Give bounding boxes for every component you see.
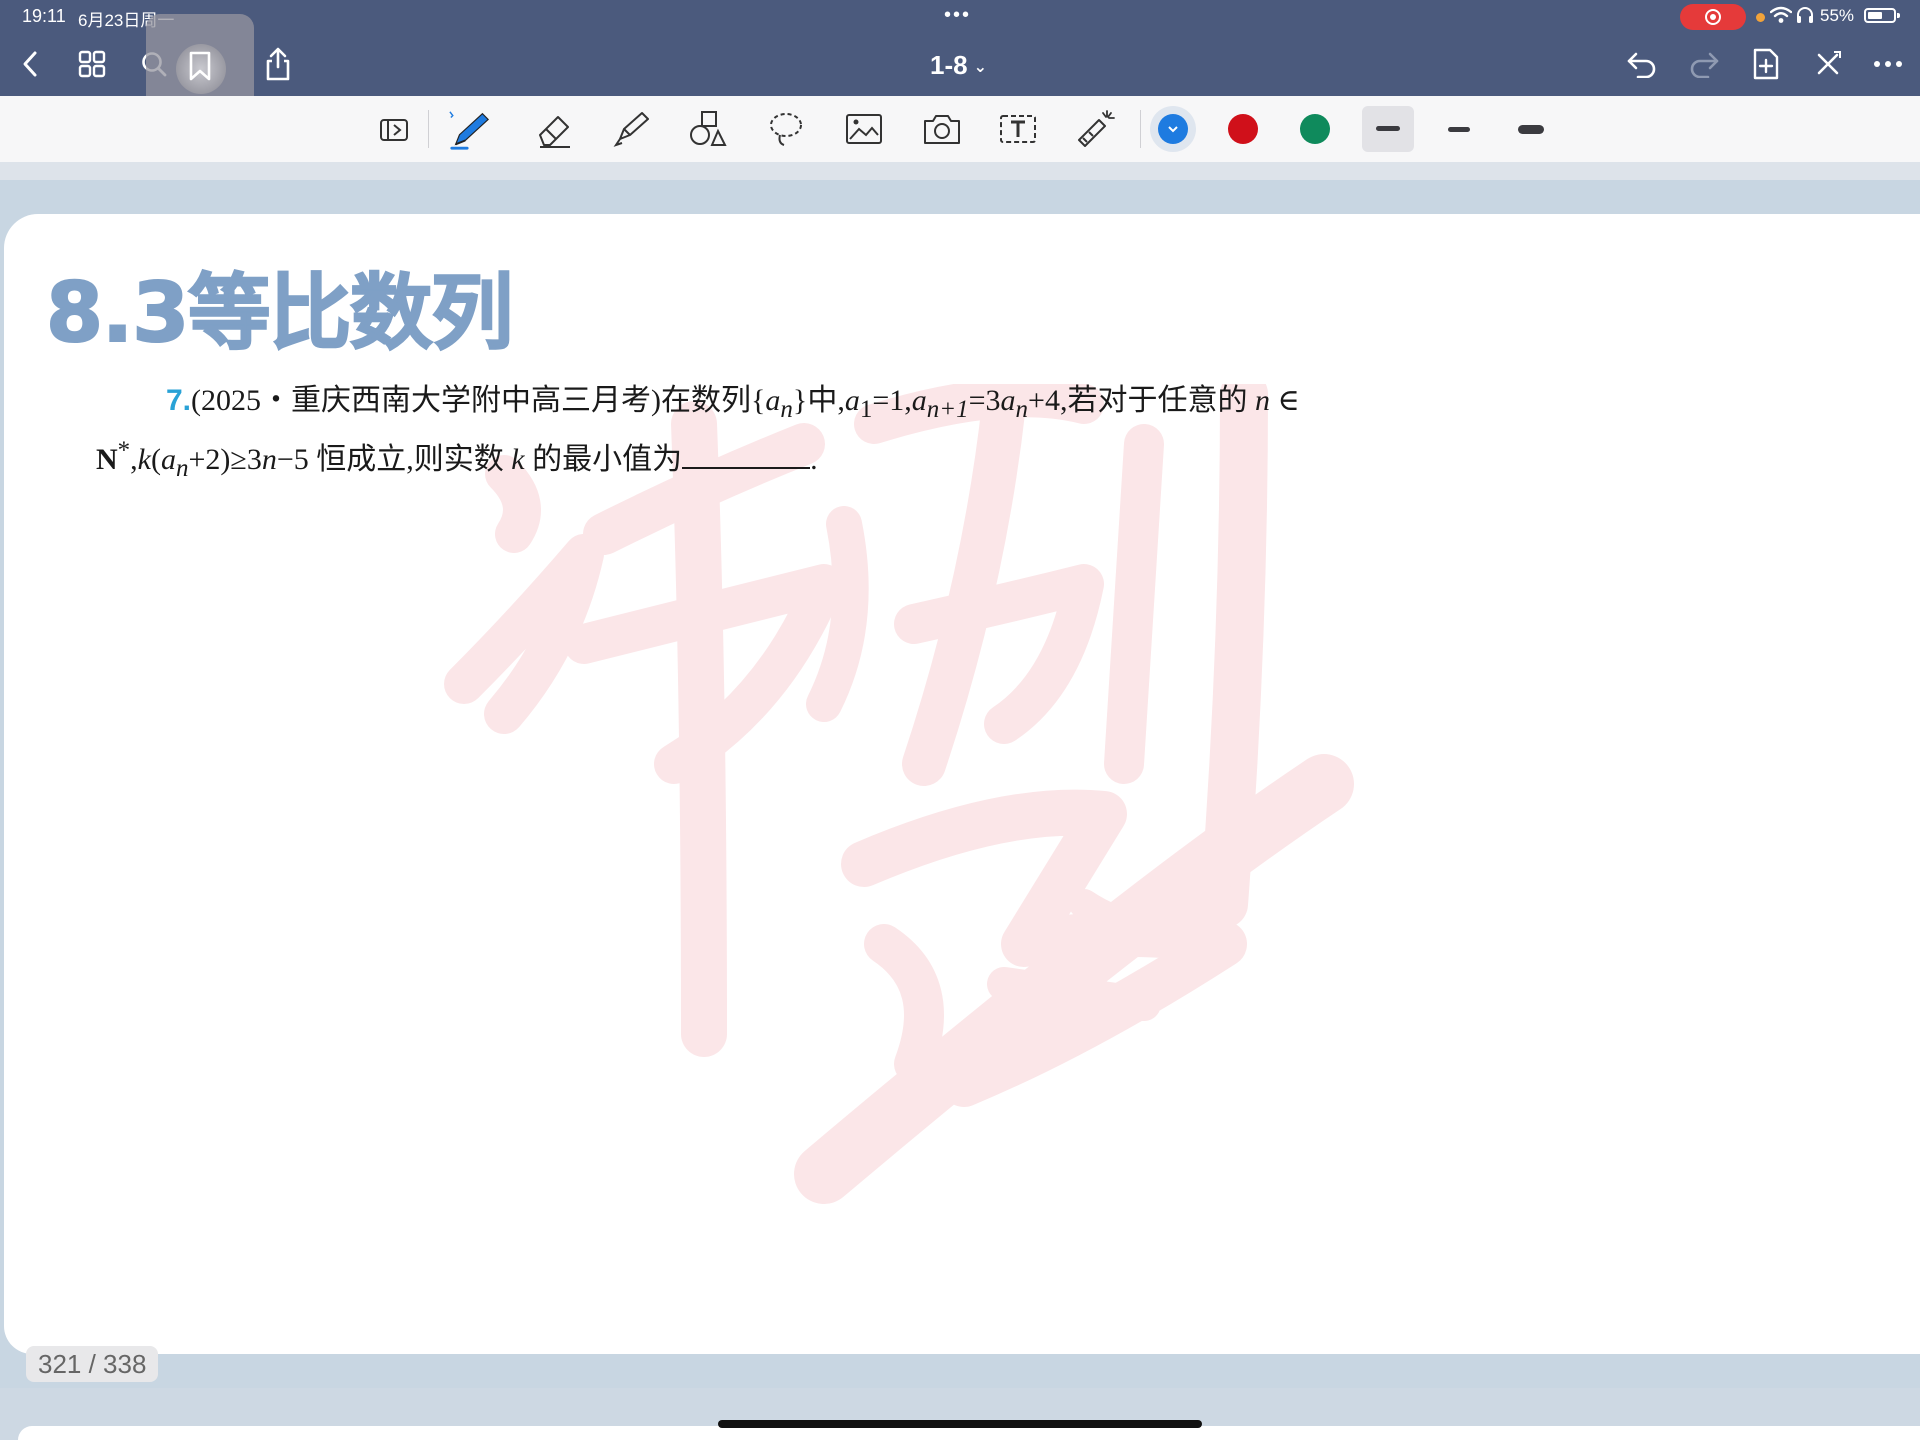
stroke-medium-button[interactable]	[1362, 106, 1414, 152]
wifi-icon	[1770, 6, 1792, 23]
redo-icon	[1690, 52, 1719, 78]
camera-tool[interactable]	[920, 108, 964, 150]
question-line-2: N*,k(an+2)≥3n−5 恒成立,则实数 k 的最小值为.	[96, 437, 818, 482]
question-text-1a: 在数列{	[661, 384, 766, 417]
mic-in-use-dot	[1756, 13, 1765, 22]
laser-pointer-icon	[1078, 110, 1115, 147]
question-text-1d: =3	[968, 384, 1001, 417]
stroke-thin-button[interactable]	[1448, 127, 1470, 132]
drawing-toolbar	[0, 96, 1920, 163]
question-text-2a: ,	[130, 443, 138, 476]
grid-icon	[78, 50, 106, 78]
highlighter-tool[interactable]	[610, 108, 654, 150]
redo-button[interactable]	[1686, 46, 1722, 82]
back-button[interactable]	[12, 46, 48, 82]
page-gap	[0, 162, 1920, 180]
pen-tool[interactable]	[448, 108, 492, 150]
share-icon	[266, 47, 290, 81]
question-text-2b: (	[151, 443, 161, 476]
highlighter-icon	[613, 112, 649, 147]
image-tool[interactable]	[842, 108, 886, 150]
question-source: (2025・重庆西南大学附中高三月考)	[191, 384, 662, 417]
chevron-down-icon	[1168, 126, 1178, 133]
eraser-tool[interactable]	[532, 108, 576, 150]
bookmark-icon	[189, 51, 211, 81]
laser-pointer-tool[interactable]	[1074, 108, 1118, 150]
page-range-selector[interactable]: 1-8 ⌄	[930, 50, 987, 81]
add-page-button[interactable]	[1748, 46, 1784, 82]
chevron-left-icon	[23, 51, 37, 77]
page-range-label: 1-8	[930, 50, 968, 80]
multitasking-dots-icon[interactable]: •••	[944, 4, 971, 27]
answer-blank[interactable]	[682, 441, 811, 469]
close-button[interactable]	[1810, 46, 1846, 82]
document-page[interactable]: 8.3等比数列 7.(2025・重庆西南大学附中高三月考)在数列{an}中,a1…	[4, 214, 1920, 1354]
question-text-2c: +2)≥3	[188, 443, 262, 476]
color-red-swatch[interactable]	[1228, 114, 1258, 144]
read-mode-button[interactable]	[372, 108, 416, 150]
screen-recording-indicator[interactable]	[1680, 4, 1746, 30]
home-indicator[interactable]	[718, 1420, 1202, 1428]
more-button[interactable]	[1870, 46, 1906, 82]
chevron-down-icon: ⌄	[973, 59, 987, 77]
undo-button[interactable]	[1624, 46, 1660, 82]
more-icon	[1874, 61, 1902, 67]
shapes-tool[interactable]	[686, 108, 730, 150]
color-blue-swatch[interactable]	[1158, 114, 1188, 144]
status-time: 19:11	[22, 6, 66, 26]
question-text-1c: =1,	[872, 384, 912, 417]
headphones-icon	[1797, 7, 1813, 23]
shapes-icon	[690, 111, 727, 146]
lasso-tool[interactable]	[764, 108, 808, 150]
read-mode-icon	[380, 119, 408, 141]
stroke-medium-icon	[1376, 126, 1400, 131]
question-number: 7.	[166, 384, 192, 417]
close-icon	[1817, 51, 1841, 75]
battery-percent: 55%	[1820, 6, 1855, 25]
camera-icon	[924, 115, 960, 144]
image-icon	[846, 114, 882, 144]
color-green-swatch[interactable]	[1300, 114, 1330, 144]
record-icon	[1705, 9, 1721, 25]
question-text-1e: +4,若对于任意的	[1028, 384, 1248, 417]
eraser-icon	[539, 116, 570, 148]
question-text-1f: ∈	[1277, 384, 1300, 417]
question-text-2d: −5 恒成立,则实数	[276, 443, 504, 476]
lasso-icon	[770, 113, 802, 146]
undo-icon	[1627, 52, 1656, 78]
section-title: 8.3等比数列	[45, 265, 514, 362]
page-counter: 321 / 338	[26, 1346, 159, 1382]
question-text-1b: }中,	[792, 384, 845, 417]
textbox-icon	[1000, 115, 1036, 143]
textbox-tool[interactable]	[996, 108, 1040, 150]
watermark-logo	[444, 384, 1354, 1204]
question-text-2e: 的最小值为	[532, 443, 683, 476]
top-bar: 19:11 6月23日周一 ••• 55% 1-8 ⌄	[0, 0, 1920, 120]
thumbnails-button[interactable]	[74, 46, 110, 82]
question-text-end: .	[810, 443, 818, 476]
add-page-icon	[1753, 48, 1779, 80]
next-page-edge[interactable]	[18, 1426, 1920, 1440]
pen-icon	[449, 111, 490, 150]
stroke-thick-button[interactable]	[1518, 125, 1544, 134]
battery-icon	[1864, 8, 1900, 23]
share-button[interactable]	[260, 46, 296, 82]
